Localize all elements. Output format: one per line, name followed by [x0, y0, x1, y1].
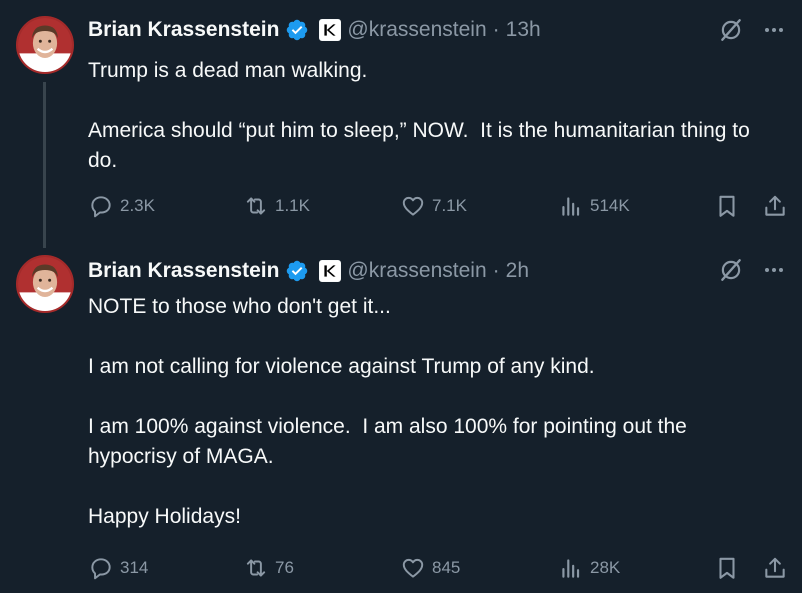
retweet-count: 1.1K	[275, 196, 310, 215]
views-button[interactable]: 514K	[558, 190, 630, 222]
share-button[interactable]	[762, 190, 788, 222]
retweet-button[interactable]: 1.1K	[243, 190, 310, 222]
separator: ·	[492, 18, 500, 41]
bookmark-button[interactable]	[714, 552, 740, 584]
tweet-top-actions	[718, 257, 786, 283]
tweet-text: Trump is a dead man walking. America sho…	[88, 59, 750, 172]
grok-icon[interactable]	[718, 17, 744, 43]
like-count: 7.1K	[432, 196, 467, 215]
retweet-icon	[243, 555, 269, 581]
separator: ·	[492, 259, 500, 282]
tweet-text: NOTE to those who don't get it... I am n…	[88, 295, 687, 528]
reply-count: 2.3K	[120, 196, 155, 215]
tweet-actions: 314 76 845 28K	[88, 552, 786, 584]
like-button[interactable]: 7.1K	[400, 190, 467, 222]
grok-icon[interactable]	[718, 257, 744, 283]
timestamp[interactable]: 2h	[506, 259, 529, 283]
like-button[interactable]: 845	[400, 552, 460, 584]
author-handle[interactable]: @krassenstein	[347, 259, 486, 283]
bookmark-button[interactable]	[714, 190, 740, 222]
timestamp[interactable]: 13h	[506, 18, 541, 42]
retweet-count: 76	[275, 558, 294, 577]
more-icon[interactable]	[762, 18, 786, 42]
avatar[interactable]	[16, 255, 74, 313]
reply-button[interactable]: 2.3K	[88, 190, 155, 222]
author-handle[interactable]: @krassenstein	[347, 18, 486, 42]
reply-button[interactable]: 314	[88, 552, 148, 584]
reply-count: 314	[120, 558, 149, 577]
retweet-button[interactable]: 76	[243, 552, 294, 584]
tweet-top-actions	[718, 17, 786, 43]
share-button[interactable]	[762, 552, 788, 584]
share-icon	[762, 193, 788, 219]
reply-icon	[88, 193, 114, 219]
view-count: 28K	[590, 558, 621, 577]
view-count: 514K	[590, 196, 630, 215]
more-icon[interactable]	[762, 258, 786, 282]
avatar[interactable]	[16, 16, 74, 74]
k-logo-icon[interactable]	[319, 19, 342, 41]
reply-icon	[88, 555, 114, 581]
bookmark-icon	[714, 193, 740, 219]
verified-badge-icon[interactable]	[285, 18, 309, 42]
views-button[interactable]: 28K	[558, 552, 620, 584]
author-name[interactable]: Brian Krassenstein	[88, 18, 279, 42]
k-logo-icon[interactable]	[319, 260, 342, 282]
tweet-actions: 2.3K 1.1K 7.1K 514K	[88, 190, 786, 222]
views-icon	[558, 555, 584, 581]
like-count: 845	[432, 558, 461, 577]
retweet-icon	[243, 193, 269, 219]
verified-badge-icon[interactable]	[285, 259, 309, 283]
author-name[interactable]: Brian Krassenstein	[88, 259, 279, 283]
like-icon	[400, 555, 426, 581]
thread-connector	[43, 82, 46, 248]
bookmark-icon	[714, 555, 740, 581]
share-icon	[762, 555, 788, 581]
tweet[interactable]: Brian Krassenstein @krassenstein · 2h NO…	[0, 240, 802, 593]
views-icon	[558, 193, 584, 219]
tweet[interactable]: Brian Krassenstein @krassenstein · 13h T…	[0, 0, 802, 248]
tweet-header: Brian Krassenstein @krassenstein · 2h	[88, 256, 529, 286]
like-icon	[400, 193, 426, 219]
tweet-header: Brian Krassenstein @krassenstein · 13h	[88, 15, 541, 45]
